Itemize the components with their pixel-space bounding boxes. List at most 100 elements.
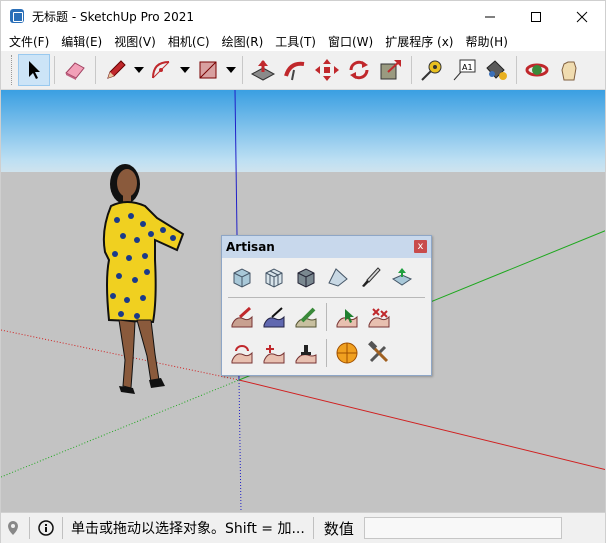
measurements-input[interactable]: [363, 517, 562, 539]
menu-draw[interactable]: 绘图(R): [216, 33, 270, 50]
minimize-button[interactable]: [467, 1, 513, 32]
hand-icon: [561, 61, 577, 81]
follow-me-tool-button[interactable]: [279, 54, 311, 86]
wrench-hammer-icon: [368, 341, 389, 363]
menu-bar: 文件(F) 编辑(E) 视图(V) 相机(C) 绘图(R) 工具(T) 窗口(W…: [0, 31, 606, 51]
rotate-icon: [349, 60, 369, 80]
crease-button[interactable]: [290, 262, 322, 292]
pencil-icon: [107, 60, 126, 79]
menu-help[interactable]: 帮助(H): [459, 33, 513, 50]
soft-selection-button[interactable]: [331, 302, 363, 332]
eraser-tool-button[interactable]: [59, 54, 91, 86]
red-axis: [238, 379, 605, 471]
rotate-tool-button[interactable]: [343, 54, 375, 86]
artisan-row-3: [226, 338, 395, 368]
info-icon: [38, 520, 54, 536]
maximize-button[interactable]: [513, 1, 559, 32]
scale-icon: [380, 60, 401, 80]
window-title: 无标题 - SketchUp Pro 2021: [32, 9, 194, 24]
geo-location-button[interactable]: [1, 516, 25, 540]
menu-extensions[interactable]: 扩展程序 (x): [379, 33, 459, 50]
knife-subdivide-button[interactable]: [322, 262, 354, 292]
paint-bucket-icon: [486, 60, 507, 80]
status-divider: [62, 517, 63, 539]
push-pull-tool-button[interactable]: [247, 54, 279, 86]
arc-tool-dropdown[interactable]: [178, 54, 192, 86]
artisan-close-button[interactable]: x: [414, 240, 427, 253]
arc-tool-button[interactable]: [146, 54, 178, 86]
move-tool-button[interactable]: [311, 54, 343, 86]
rectangle-tool-dropdown[interactable]: [224, 54, 238, 86]
sketchup-app-icon: [10, 9, 24, 23]
menu-window[interactable]: 窗口(W): [322, 33, 379, 50]
paint-bucket-tool-button[interactable]: [480, 54, 512, 86]
arrow-cursor-icon: [29, 61, 40, 79]
cube-smooth-icon: [233, 268, 251, 288]
chevron-down-icon: [180, 67, 190, 73]
rectangle-tool-button[interactable]: [192, 54, 224, 86]
menu-camera[interactable]: 相机(C): [162, 33, 216, 50]
extrude-icon: [391, 268, 413, 286]
scale-figure[interactable]: [97, 160, 189, 398]
sculpt-brush-button[interactable]: [226, 302, 258, 332]
orbit-tool-button[interactable]: [521, 54, 553, 86]
twist-button[interactable]: [226, 338, 258, 368]
artisan-panel[interactable]: Artisan x: [221, 235, 432, 376]
menu-tools[interactable]: 工具(T): [269, 33, 322, 50]
subdivide-button[interactable]: [226, 262, 258, 292]
toolbar-separator: [516, 56, 517, 84]
line-tool-button[interactable]: [100, 54, 132, 86]
wedge-icon: [328, 268, 348, 287]
cube-wire-icon: [265, 268, 283, 288]
stamp-icon: [295, 345, 317, 364]
twist-icon: [231, 345, 253, 364]
toolbar-separator: [95, 56, 96, 84]
pan-tool-button[interactable]: [553, 54, 585, 86]
pinch-brush-button[interactable]: [258, 302, 290, 332]
modeling-viewport[interactable]: Artisan x: [0, 90, 606, 512]
smooth-brush-button[interactable]: [290, 302, 322, 332]
artisan-header[interactable]: Artisan: [222, 236, 431, 258]
instructor-button[interactable]: [34, 516, 58, 540]
toolbar-grip[interactable]: [11, 55, 14, 85]
orbit-icon: [525, 63, 549, 77]
main-toolbar: A1: [0, 51, 606, 90]
deform-button[interactable]: [258, 338, 290, 368]
select-tool-button[interactable]: [18, 54, 50, 86]
tools-settings-button[interactable]: [363, 338, 395, 368]
blue-axis-dotted: [238, 379, 242, 512]
artisan-vertical-separator: [326, 303, 327, 331]
tape-measure-tool-button[interactable]: [416, 54, 448, 86]
toolbar-separator: [242, 56, 243, 84]
soft-select-icon: [336, 309, 358, 328]
menu-file[interactable]: 文件(F): [3, 33, 55, 50]
window-controls: [467, 1, 605, 32]
menu-edit[interactable]: 编辑(E): [55, 33, 108, 50]
close-button[interactable]: [559, 1, 605, 32]
knife-button[interactable]: [354, 262, 386, 292]
artisan-row-2: [226, 302, 395, 332]
eraser-icon: [65, 62, 85, 80]
cube-dark-icon: [297, 268, 315, 288]
scale-tool-button[interactable]: [375, 54, 407, 86]
target-icon: [336, 342, 358, 364]
subdivide-wire-button[interactable]: [258, 262, 290, 292]
artisan-divider: [228, 297, 425, 298]
close-icon: [576, 11, 588, 22]
extrude-button[interactable]: [386, 262, 418, 292]
pinch-brush-icon: [263, 307, 285, 328]
smooth-brush-icon: [295, 307, 317, 328]
status-bar: 单击或拖动以选择对象。Shift = 加... 数值: [0, 512, 606, 543]
flatten-button[interactable]: [290, 338, 322, 368]
toolbar-separator: [54, 56, 55, 84]
minimize-icon: [485, 16, 495, 17]
text-label-icon: A1: [453, 59, 476, 81]
toolbar-separator: [411, 56, 412, 84]
menu-view[interactable]: 视图(V): [108, 33, 162, 50]
text-tool-button[interactable]: A1: [448, 54, 480, 86]
line-tool-dropdown[interactable]: [132, 54, 146, 86]
knife-icon: [362, 267, 381, 287]
maximize-icon: [531, 11, 541, 22]
paint-select-button[interactable]: [363, 302, 395, 332]
preferences-button[interactable]: [331, 338, 363, 368]
